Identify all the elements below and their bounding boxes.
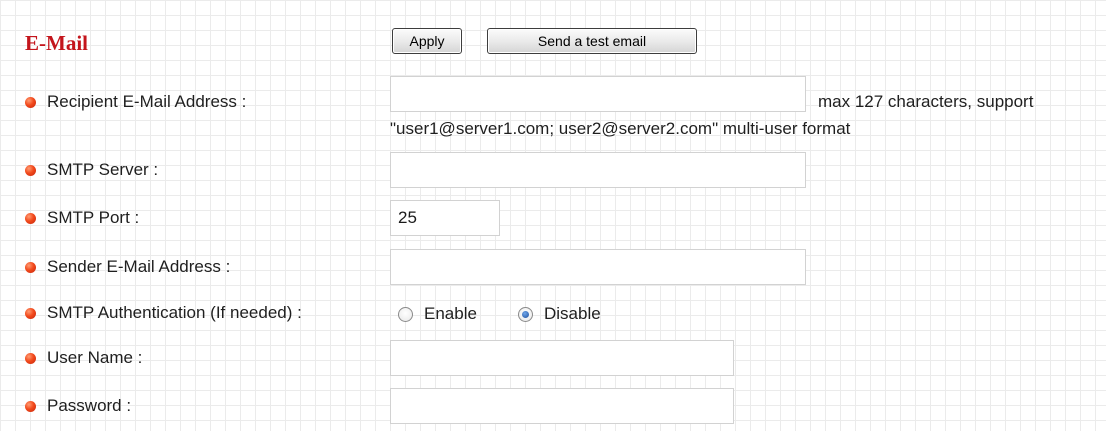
recipient-label: Recipient E-Mail Address : <box>47 92 247 111</box>
password-label-row: Password : <box>25 395 131 417</box>
recipient-label-row: Recipient E-Mail Address : <box>25 91 246 113</box>
recipient-email-input[interactable] <box>390 76 806 112</box>
apply-button[interactable]: Apply <box>392 28 462 54</box>
bullet-icon <box>25 261 36 273</box>
recipient-hint-line2: "user1@server1.com; user2@server2.com" m… <box>390 119 851 138</box>
radio-selected-dot <box>522 310 529 318</box>
auth-enable-label: Enable <box>424 304 477 323</box>
auth-enable-radio[interactable] <box>398 306 413 322</box>
smtp-port-label: SMTP Port : <box>47 208 140 227</box>
bullet-icon <box>25 352 36 364</box>
auth-disable-label: Disable <box>544 304 601 323</box>
username-input[interactable] <box>390 340 734 376</box>
auth-disable-option[interactable]: Disable <box>518 303 601 325</box>
bullet-icon <box>25 307 36 319</box>
username-label-row: User Name : <box>25 347 142 369</box>
recipient-hint-line1: max 127 characters, support <box>818 92 1034 111</box>
password-input[interactable] <box>390 388 734 424</box>
auth-disable-radio[interactable] <box>518 306 533 322</box>
smtp-server-input[interactable] <box>390 152 806 188</box>
smtp-auth-label-row: SMTP Authentication (If needed) : <box>25 302 302 324</box>
bullet-icon <box>25 164 36 176</box>
smtp-port-label-row: SMTP Port : <box>25 207 139 229</box>
bullet-icon <box>25 212 36 224</box>
username-label: User Name : <box>47 348 143 367</box>
auth-enable-option[interactable]: Enable <box>398 303 477 325</box>
send-test-email-button[interactable]: Send a test email <box>487 28 697 54</box>
smtp-server-label-row: SMTP Server : <box>25 159 158 181</box>
sender-email-input[interactable] <box>390 249 806 285</box>
page-title: E-Mail <box>25 31 88 55</box>
sender-label-row: Sender E-Mail Address : <box>25 256 230 278</box>
smtp-auth-label: SMTP Authentication (If needed) : <box>47 303 302 322</box>
smtp-server-label: SMTP Server : <box>47 160 159 179</box>
password-label: Password : <box>47 396 132 415</box>
bullet-icon <box>25 400 36 412</box>
sender-label: Sender E-Mail Address : <box>47 257 231 276</box>
bullet-icon <box>25 96 36 108</box>
smtp-port-input[interactable] <box>390 200 500 236</box>
